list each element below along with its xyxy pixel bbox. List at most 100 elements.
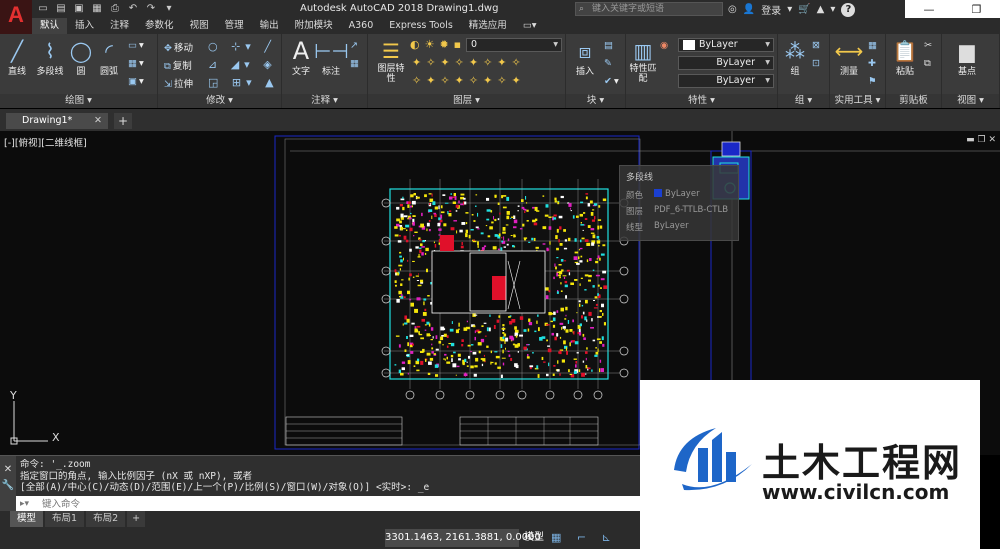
modify-row-1[interactable]: ○ ⊹▾ ╱	[208, 40, 276, 53]
tab-1[interactable]: 插入	[67, 18, 102, 34]
base-view-button[interactable]: ▆ 基点	[950, 38, 984, 77]
save-as-icon[interactable]: ▦	[90, 2, 104, 16]
document-tab[interactable]: Drawing1* ✕	[6, 113, 108, 129]
hatch-button[interactable]: ▦ ▾	[128, 58, 144, 69]
quick-select-button[interactable]: ✚	[868, 58, 878, 69]
status-toggle-icons[interactable]: ▦ ⌐ ⊾	[551, 531, 617, 544]
save-icon[interactable]: ▣	[72, 2, 86, 16]
redo-icon[interactable]: ↷	[144, 2, 158, 16]
color-dropdown[interactable]: ByLayer	[678, 38, 774, 52]
tab-model[interactable]: 模型	[10, 511, 44, 527]
panel-block-title[interactable]: 块 ▾	[566, 94, 625, 108]
ribbon-options-icon[interactable]: ▭▾	[515, 18, 545, 34]
modify-row-2[interactable]: ⊿ ◢▾ ◈	[208, 58, 277, 71]
undo-icon[interactable]: ↶	[126, 2, 140, 16]
close-icon[interactable]: ✕	[94, 113, 102, 129]
copy-clip-button[interactable]: ⧉	[924, 58, 933, 69]
tab-9[interactable]: Express Tools	[381, 18, 461, 34]
viewport-controls-label[interactable]: [-][俯视][二维线框]	[4, 135, 87, 149]
tab-10[interactable]: 精选应用	[461, 18, 515, 34]
login-link[interactable]: 登录	[761, 2, 781, 17]
restore-icon[interactable]: ❐	[972, 3, 982, 16]
minimize-icon[interactable]: —	[924, 3, 935, 16]
tab-0[interactable]: 默认	[32, 18, 68, 34]
arc-button[interactable]: ◜ 圆弧	[92, 38, 126, 77]
plan-mark	[587, 225, 591, 228]
tab-layout2[interactable]: 布局2	[86, 511, 126, 527]
tab-7[interactable]: 附加模块	[287, 18, 341, 34]
plot-icon[interactable]: ⎙	[108, 2, 122, 16]
measure-button[interactable]: ⟷ 测量	[832, 38, 866, 77]
panel-properties-title[interactable]: 特性 ▾	[626, 94, 777, 108]
user-icon[interactable]: 👤	[743, 4, 755, 15]
modify-row-3[interactable]: ◲ ⊞▾ ▲	[208, 76, 279, 89]
coordinate-readout[interactable]: 3301.1463, 2161.3881, 0.0000	[385, 529, 541, 547]
panel-groups-title[interactable]: 组 ▾	[778, 94, 829, 108]
ungroup-button[interactable]: ⊠	[812, 40, 822, 51]
tab-6[interactable]: 输出	[252, 18, 287, 34]
panel-view-title[interactable]: 视图 ▾	[942, 94, 999, 108]
match-properties-button[interactable]: ▥ 特性匹配	[626, 38, 660, 84]
block-attr-button[interactable]: ✔ ▾	[604, 76, 619, 87]
cart-icon[interactable]: 🛒	[798, 4, 810, 15]
group-button[interactable]: ⁂ 组	[778, 38, 812, 77]
command-line-grip[interactable]: ✕ 🔧	[0, 456, 16, 512]
viewport-window-controls[interactable]: ▬ ❐ ✕	[966, 135, 996, 145]
chevron-down-icon[interactable]: ▾	[787, 4, 792, 15]
binoculars-icon[interactable]: ◎	[728, 4, 737, 15]
id-point-button[interactable]: ⚑	[868, 76, 879, 87]
dimension-button[interactable]: ⊢⊣ 标注	[314, 38, 349, 77]
table-button[interactable]: ▦	[350, 58, 361, 69]
chevron-down-icon[interactable]: ▾	[162, 2, 176, 16]
new-tab-button[interactable]: +	[114, 113, 132, 129]
layer-tools-row-2[interactable]: ✧✦✧✦✧✦✧✦	[412, 74, 526, 87]
panel-draw-title[interactable]: 绘图 ▾	[0, 94, 157, 108]
panel-modify-title[interactable]: 修改 ▾	[158, 94, 281, 108]
plan-mark	[550, 320, 553, 323]
text-button[interactable]: A 文字	[284, 38, 318, 77]
tab-layout1[interactable]: 布局1	[45, 511, 85, 527]
layer-properties-button[interactable]: ☰ 图层特性	[374, 38, 408, 84]
plan-mark	[588, 279, 591, 282]
calculator-button[interactable]: ▦	[868, 40, 879, 51]
layer-state-icons[interactable]: ◐☀✹▪	[410, 38, 466, 51]
tab-3[interactable]: 参数化	[137, 18, 182, 34]
move-button[interactable]: ✥ 移动	[164, 40, 193, 54]
help-icon[interactable]: ?	[841, 2, 856, 17]
tab-4[interactable]: 视图	[182, 18, 217, 34]
rectangle-button[interactable]: ▭ ▾	[128, 40, 144, 51]
command-prompt-icon[interactable]: ▸▾	[20, 496, 29, 512]
command-input[interactable]	[42, 496, 632, 512]
linetype-dropdown[interactable]: ByLayer	[678, 56, 774, 70]
leader-button[interactable]: ↗	[350, 40, 360, 51]
open-icon[interactable]: ▤	[54, 2, 68, 16]
paste-button[interactable]: 📋 粘贴	[888, 38, 922, 77]
panel-annotation-title[interactable]: 注释 ▾	[282, 94, 367, 108]
tab-5[interactable]: 管理	[217, 18, 252, 34]
insert-button[interactable]: ⧈ 插入	[568, 38, 602, 77]
application-menu-button[interactable]: A	[0, 0, 32, 34]
chevron-down-icon[interactable]: ▾	[830, 4, 835, 15]
plan-mark	[482, 358, 486, 362]
cut-button[interactable]: ✂	[924, 40, 934, 51]
layer-dropdown[interactable]: 0	[466, 38, 562, 52]
exchange-icon[interactable]: ▲	[817, 4, 825, 15]
create-block-button[interactable]: ▤	[604, 40, 615, 51]
group-edit-button[interactable]: ⊡	[812, 58, 822, 69]
tab-8[interactable]: A360	[341, 18, 382, 34]
panel-clipboard-title[interactable]: 剪贴板	[886, 94, 941, 108]
layer-tools-row-1[interactable]: ✦✧✦✧✦✧✦✧	[412, 56, 526, 69]
panel-utilities-title[interactable]: 实用工具 ▾	[830, 94, 885, 108]
lineweight-dropdown[interactable]: ByLayer	[678, 74, 774, 88]
new-icon[interactable]: ▭	[36, 2, 50, 16]
panel-layers-title[interactable]: 图层 ▾	[368, 94, 565, 108]
copy-button[interactable]: ⧉ 复制	[164, 58, 192, 72]
stretch-button[interactable]: ⇲ 拉伸	[164, 76, 193, 90]
search-input[interactable]: ⌕ 键入关键字或短语	[575, 2, 723, 16]
line-button[interactable]: ╱ 直线	[0, 38, 34, 77]
edit-block-button[interactable]: ✎	[604, 58, 614, 69]
add-layout-button[interactable]: +	[127, 511, 146, 527]
tab-2[interactable]: 注释	[102, 18, 137, 34]
model-space-button[interactable]: 模型	[521, 529, 547, 547]
boundary-button[interactable]: ▣ ▾	[128, 76, 144, 87]
